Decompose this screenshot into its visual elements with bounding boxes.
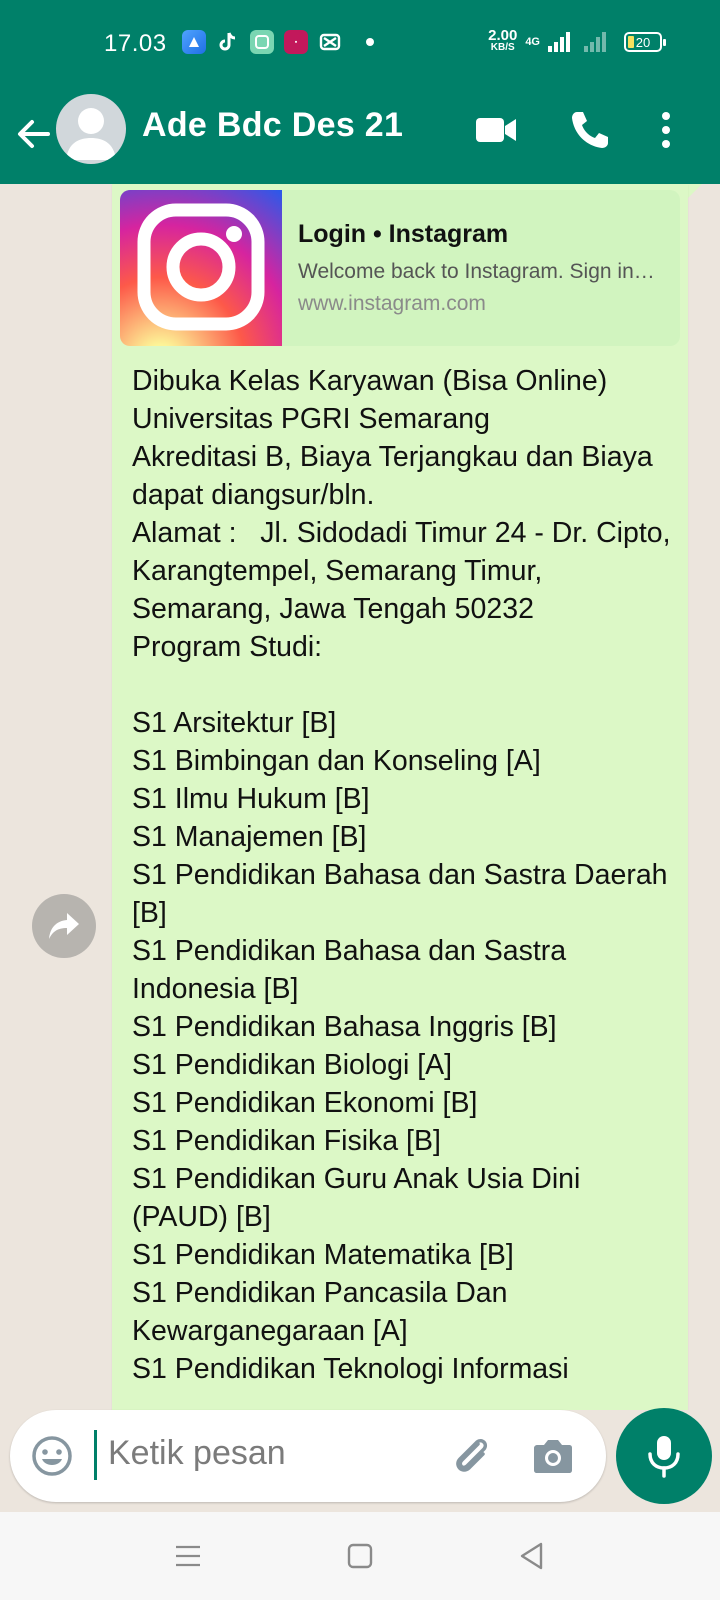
message-input[interactable]: Ketik pesan [108, 1434, 286, 1473]
camera-icon[interactable] [530, 1434, 576, 1480]
message-input-bar[interactable]: Ketik pesan [10, 1410, 606, 1502]
chat-area[interactable]: Login • Instagram Welcome back to Instag… [0, 184, 720, 1410]
signal-sim2-icon [584, 32, 606, 52]
network-type: 4G [525, 36, 540, 48]
message-bubble[interactable]: Login • Instagram Welcome back to Instag… [112, 184, 688, 1410]
arrow-left-icon[interactable] [14, 114, 54, 154]
net-speed: 2.00 KB/S [488, 27, 518, 53]
signal-icon [548, 32, 570, 52]
text-caret [94, 1430, 97, 1480]
tiktok-icon [216, 30, 240, 54]
status-time: 17.03 [104, 30, 167, 57]
forward-icon [49, 913, 79, 939]
mic-button[interactable] [616, 1408, 712, 1504]
bubble-tail [688, 184, 702, 198]
video-call-icon[interactable] [474, 108, 518, 152]
more-vert-icon[interactable] [654, 108, 678, 152]
avatar[interactable] [56, 94, 126, 164]
notification-icons: ▪ [182, 30, 374, 54]
status-bar: 17.03 ▪ 2.00 KB/S 4G 20 [0, 0, 720, 88]
phone-icon[interactable] [568, 108, 612, 152]
link-preview[interactable]: Login • Instagram Welcome back to Instag… [120, 190, 680, 346]
battery-icon: 20 [624, 32, 666, 52]
back-nav-icon[interactable] [514, 1538, 550, 1574]
system-nav-bar [0, 1512, 720, 1600]
link-preview-url: www.instagram.com [298, 292, 486, 315]
paperclip-icon[interactable] [448, 1432, 496, 1480]
mic-icon [648, 1436, 680, 1478]
link-preview-title: Login • Instagram [298, 220, 509, 248]
home-icon[interactable] [342, 1538, 378, 1574]
message-text: Dibuka Kelas Karyawan (Bisa Online) Univ… [132, 365, 671, 1385]
chat-header: Ade Bdc Des 21 [0, 88, 720, 184]
contact-name[interactable]: Ade Bdc Des 21 [142, 106, 403, 145]
more-notifications-icon [366, 38, 374, 46]
emoji-icon[interactable] [30, 1434, 74, 1478]
status-indicators: 2.00 KB/S 4G 20 [488, 27, 666, 54]
battery-level: 20 [635, 34, 651, 50]
instagram-logo-icon [120, 190, 282, 346]
forward-button[interactable] [32, 894, 96, 958]
app-notification-icon [182, 30, 206, 54]
recent-apps-icon[interactable] [170, 1538, 206, 1574]
link-preview-description: Welcome back to Instagram. Sign in to ch… [298, 260, 660, 283]
capcut-icon [318, 30, 342, 54]
default-avatar-icon [66, 108, 116, 160]
shop-notification-icon: ▪ [284, 30, 308, 54]
gallery-notification-icon [250, 30, 274, 54]
